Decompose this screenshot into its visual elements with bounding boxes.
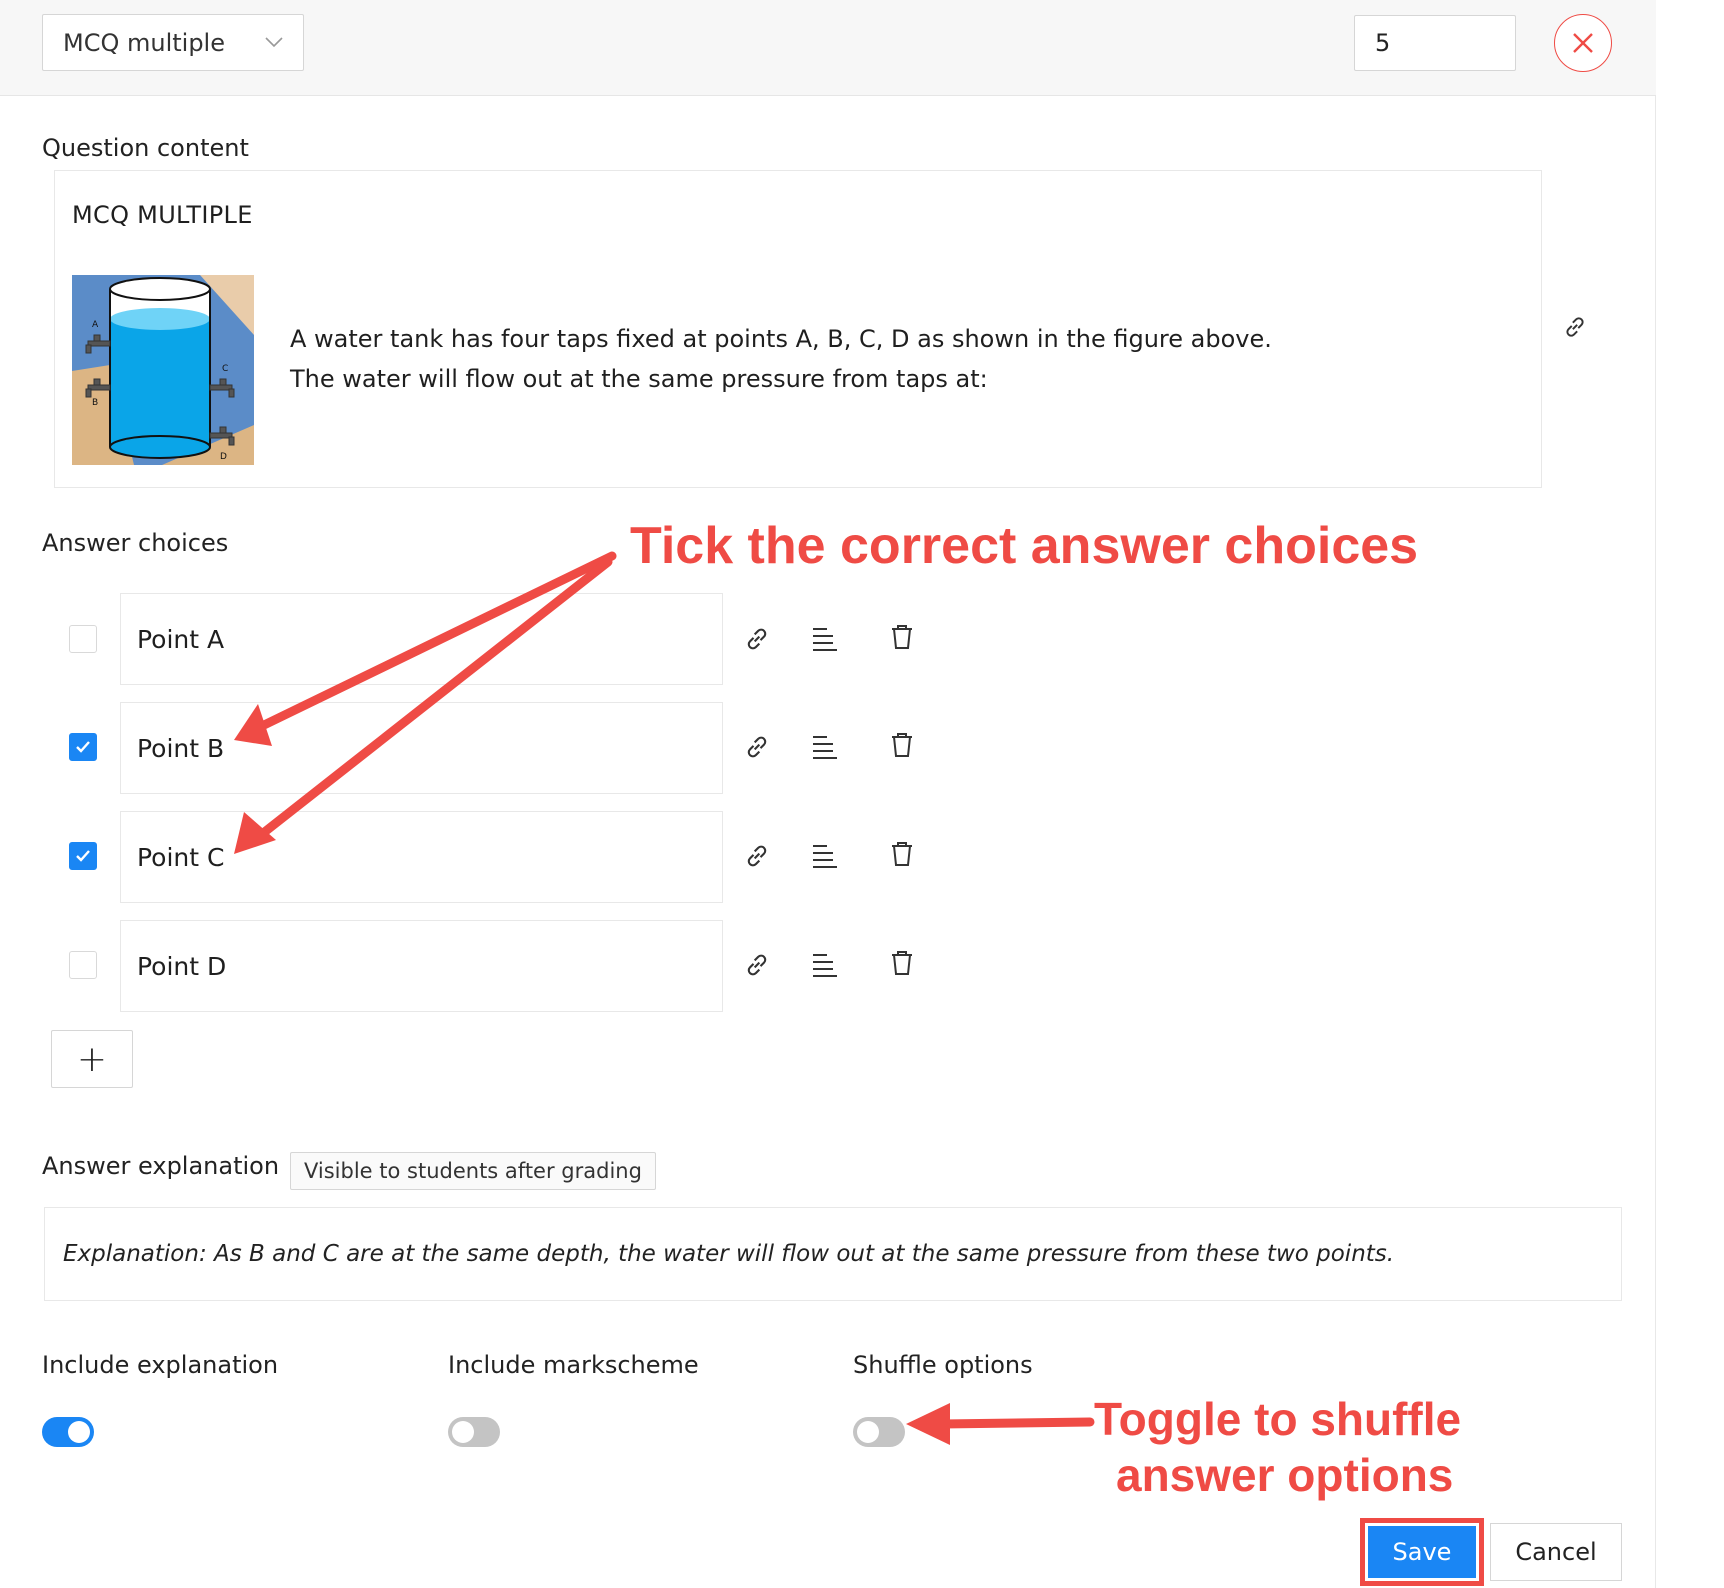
cancel-button[interactable]: Cancel	[1490, 1523, 1622, 1581]
align-left-icon[interactable]	[811, 842, 839, 870]
tap-label-a: A	[92, 320, 99, 330]
water-tank-image: A B C D	[72, 275, 254, 465]
question-text: A water tank has four taps fixed at poin…	[290, 319, 1272, 399]
toggle-knob	[857, 1421, 879, 1443]
save-button[interactable]: Save	[1368, 1526, 1476, 1578]
add-choice-button[interactable]: +	[51, 1030, 133, 1088]
check-icon	[76, 741, 90, 753]
question-text-line: The water will flow out at the same pres…	[290, 365, 988, 393]
question-type-value: MCQ multiple	[63, 28, 225, 57]
close-button[interactable]	[1554, 14, 1612, 72]
tap-label-b: B	[92, 398, 98, 408]
align-left-icon[interactable]	[811, 951, 839, 979]
choice-checkbox[interactable]	[69, 733, 97, 761]
close-icon	[1573, 33, 1593, 53]
link-icon[interactable]	[1562, 314, 1588, 340]
toggle-knob	[452, 1421, 474, 1443]
link-icon[interactable]	[743, 842, 771, 870]
answer-choices-label: Answer choices	[42, 529, 229, 557]
include-markscheme-toggle[interactable]	[448, 1417, 500, 1447]
question-content-label: Question content	[42, 134, 249, 162]
choice-text-field[interactable]: Point D	[120, 920, 723, 1012]
choice-text-field[interactable]: Point A	[120, 593, 723, 685]
toggle-knob	[68, 1421, 90, 1443]
editor-header: MCQ multiple	[0, 0, 1656, 96]
explanation-editor[interactable]: Explanation: As B and C are at the same …	[44, 1207, 1622, 1301]
link-icon[interactable]	[743, 733, 771, 761]
toggle-annotation-line2: answer options	[1116, 1449, 1454, 1501]
visibility-badge: Visible to students after grading	[290, 1152, 656, 1190]
choice-checkbox[interactable]	[69, 951, 97, 979]
trash-icon[interactable]	[888, 949, 916, 977]
choice-text-field[interactable]: Point C	[120, 811, 723, 903]
check-icon	[76, 850, 90, 862]
align-left-icon[interactable]	[811, 733, 839, 761]
choice-checkbox[interactable]	[69, 842, 97, 870]
question-text-line: A water tank has four taps fixed at poin…	[290, 325, 1272, 353]
include-explanation-label: Include explanation	[42, 1351, 279, 1379]
tap-label-c: C	[222, 364, 228, 374]
include-explanation-toggle[interactable]	[42, 1417, 94, 1447]
question-editor-panel: MCQ multiple Question content MCQ MULTIP…	[0, 0, 1656, 1588]
question-type-select[interactable]: MCQ multiple	[42, 14, 304, 71]
marks-input[interactable]	[1354, 15, 1516, 71]
trash-icon[interactable]	[888, 840, 916, 868]
choice-text-field[interactable]: Point B	[120, 702, 723, 794]
tap-label-d: D	[220, 452, 227, 462]
answer-choice-row: Point D	[0, 920, 1000, 1014]
toggle-annotation-line1: Toggle to shuffle	[1094, 1393, 1462, 1445]
link-icon[interactable]	[743, 951, 771, 979]
answer-choice-row: Point C	[0, 811, 1000, 905]
answer-explanation-label: Answer explanation	[42, 1152, 280, 1180]
trash-icon[interactable]	[888, 623, 916, 651]
align-left-icon[interactable]	[811, 625, 839, 653]
chevron-down-icon	[265, 37, 283, 48]
include-markscheme-label: Include markscheme	[448, 1351, 699, 1379]
answer-choice-row: Point A	[0, 593, 1000, 687]
question-content-editor[interactable]: MCQ MULTIPLE A B C D A water tank has fo…	[54, 170, 1542, 488]
tick-annotation: Tick the correct answer choices	[630, 517, 1419, 575]
shuffle-options-toggle[interactable]	[853, 1417, 905, 1447]
question-title: MCQ MULTIPLE	[72, 201, 253, 229]
plus-icon: +	[76, 1038, 108, 1080]
shuffle-options-label: Shuffle options	[853, 1351, 1033, 1379]
choice-checkbox[interactable]	[69, 625, 97, 653]
answer-choice-row: Point B	[0, 702, 1000, 796]
link-icon[interactable]	[743, 625, 771, 653]
trash-icon[interactable]	[888, 731, 916, 759]
